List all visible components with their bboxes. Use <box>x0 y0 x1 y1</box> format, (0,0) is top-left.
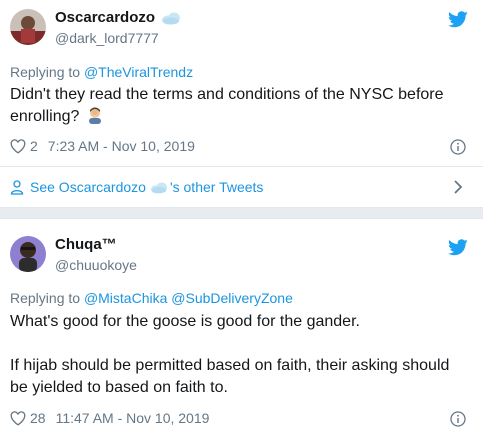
tweet-text-line-1: What's good for the goose is good for th… <box>10 313 360 330</box>
user-handle[interactable]: @chuuokoye <box>55 257 137 273</box>
replying-to: Replying to @TheViralTrendz <box>10 64 194 80</box>
user-handle[interactable]: @dark_lord7777 <box>55 30 159 46</box>
man-facepalming-emoji <box>88 107 101 124</box>
tweet-card-2: Chuqa™ @chuuokoye Replying to @MistaChik… <box>0 219 483 442</box>
heart-icon[interactable] <box>10 410 26 426</box>
avatar[interactable] <box>10 9 46 45</box>
tweet-card-1: Oscarcardozo @dark_lord7777 Replying to … <box>0 0 483 207</box>
cloud-emoji <box>150 182 168 193</box>
replying-to: Replying to @MistaChika @SubDeliveryZone <box>10 290 293 306</box>
tweet-separator <box>0 207 483 219</box>
info-icon[interactable] <box>450 139 466 155</box>
tweet-meta: 2 7:23 AM - Nov 10, 2019 <box>10 138 195 154</box>
chevron-right-icon[interactable] <box>452 180 464 194</box>
tweet-text: Didn't they read the terms and condition… <box>10 86 444 125</box>
cloud-emoji <box>162 12 181 25</box>
tweet-meta: 28 11:47 AM - Nov 10, 2019 <box>10 410 209 426</box>
person-icon <box>10 179 24 195</box>
timestamp[interactable]: 7:23 AM - Nov 10, 2019 <box>48 138 195 154</box>
display-name[interactable]: Chuqa™ <box>55 236 117 253</box>
mention-link[interactable]: @TheViralTrendz <box>84 64 193 80</box>
like-count[interactable]: 28 <box>30 410 46 426</box>
like-count[interactable]: 2 <box>30 138 38 154</box>
divider <box>0 166 483 167</box>
timestamp[interactable]: 11:47 AM - Nov 10, 2019 <box>56 410 210 426</box>
avatar[interactable] <box>10 236 46 272</box>
display-name[interactable]: Oscarcardozo <box>55 9 181 26</box>
mention-link[interactable]: @MistaChika @SubDeliveryZone <box>84 290 293 306</box>
twitter-bird-icon[interactable] <box>448 11 468 28</box>
twitter-bird-icon[interactable] <box>448 239 468 256</box>
see-more-tweets-link[interactable]: See Oscarcardozo 's other Tweets <box>10 179 263 195</box>
tweet-text-line-2: If hijab should be permitted based on fa… <box>10 357 450 396</box>
heart-icon[interactable] <box>10 138 26 154</box>
info-icon[interactable] <box>450 411 466 427</box>
